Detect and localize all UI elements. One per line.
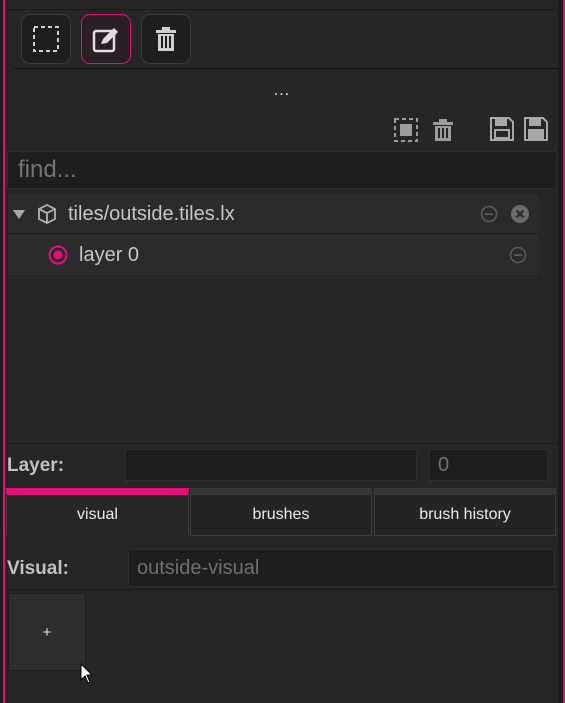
edit-icon [92, 28, 118, 53]
select-all-icon [394, 118, 418, 142]
collapse-arrow-icon[interactable] [12, 207, 26, 221]
more-button[interactable]: ... [270, 82, 294, 102]
save-all-icon [524, 117, 548, 141]
hide-layer-icon[interactable] [509, 246, 527, 264]
layer-row[interactable]: layer 0 [8, 235, 538, 275]
delete-button[interactable] [141, 14, 191, 64]
layer-index-field[interactable]: 0 [429, 449, 548, 481]
left-accent-border [3, 0, 5, 703]
select-all-button[interactable] [393, 117, 419, 143]
save-all-button[interactable] [523, 116, 549, 142]
layer-label: layer 0 [79, 243, 140, 266]
save-button[interactable] [489, 116, 515, 142]
edit-mode-button[interactable] [81, 14, 131, 64]
tab-brush-history[interactable]: brush history [374, 488, 556, 536]
tileset-cube-icon [38, 203, 56, 225]
visual-field[interactable]: outside-visual [128, 549, 555, 587]
tileset-row[interactable]: tiles/outside.tiles.lx [8, 194, 538, 234]
close-tileset-icon[interactable] [510, 204, 530, 224]
delete-icon [433, 119, 453, 141]
tab-visual[interactable]: visual [6, 488, 189, 536]
visual-divider [5, 589, 558, 590]
select-rect-icon [33, 26, 59, 52]
visual-label-text: Visual: [7, 558, 69, 579]
section-divider [5, 443, 558, 444]
find-input[interactable] [7, 151, 557, 189]
hide-tileset-icon[interactable] [480, 205, 498, 223]
tree-divider [8, 233, 538, 234]
layer-selected-radio-icon[interactable] [48, 245, 68, 265]
add-visual-button[interactable]: + [8, 593, 86, 671]
save-icon [490, 117, 514, 141]
top-strip [5, 0, 558, 10]
mouse-cursor-icon [80, 663, 94, 684]
delete-layer-button[interactable] [430, 117, 456, 143]
layer-label-text: Layer: [7, 455, 65, 476]
select-rect-button[interactable] [21, 14, 71, 64]
trash-icon [156, 27, 176, 51]
tab-brushes[interactable]: brushes [190, 488, 372, 536]
tileset-label: tiles/outside.tiles.lx [68, 202, 235, 225]
toolbar-divider [14, 68, 558, 69]
layer-name-field[interactable] [125, 449, 417, 481]
